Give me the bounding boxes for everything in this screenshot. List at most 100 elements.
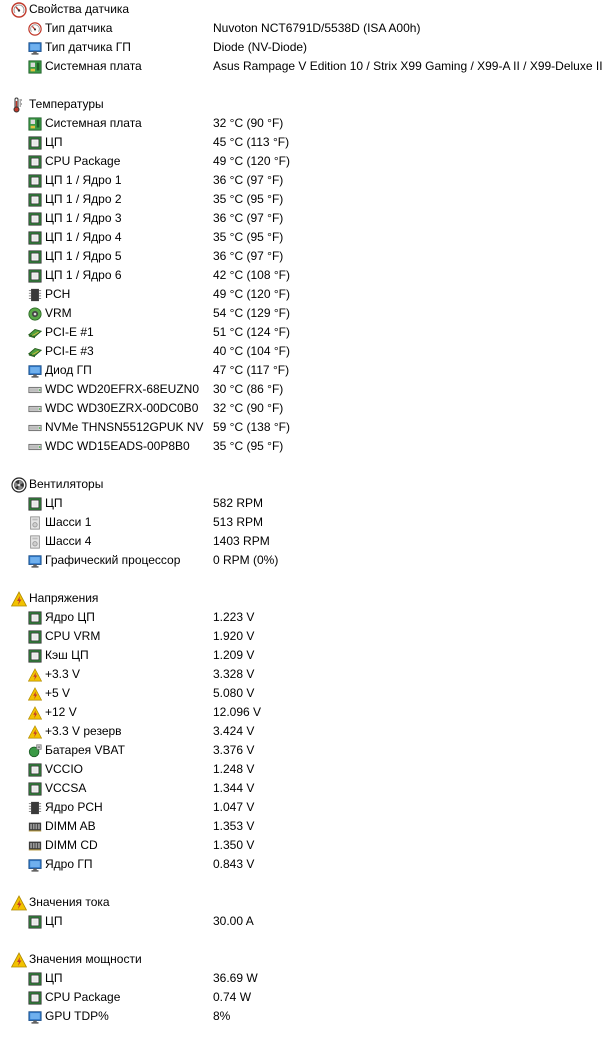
sensor-label: ЦП (45, 135, 63, 149)
section-title: Свойства датчика (29, 2, 130, 16)
sensor-label: ЦП 1 / Ядро 6 (45, 268, 122, 282)
sensor-value: 12.096 V (213, 705, 262, 719)
cpu-chip-icon (28, 991, 42, 1005)
sensor-row[interactable]: VCCSA 1.344 V (0, 779, 611, 798)
sensor-label: VCCIO (45, 762, 84, 776)
sensor-row[interactable]: ЦП 1 / Ядро 6 42 °C (108 °F) (0, 266, 611, 285)
sensor-label: +3.3 V резерв (45, 724, 122, 738)
sensor-row[interactable]: +3.3 V 3.328 V (0, 665, 611, 684)
sensor-list[interactable]: Свойства датчика Тип датчика Nuvoton NCT67… (0, 0, 611, 1026)
battery-icon (28, 744, 42, 758)
sensor-row[interactable]: Графический процессор 0 RPM (0%) (0, 551, 611, 570)
sensor-row[interactable]: Ядро PCH 1.047 V (0, 798, 611, 817)
sensor-label: Шасси 1 (45, 515, 92, 529)
sensor-row[interactable]: CPU Package 49 °C (120 °F) (0, 152, 611, 171)
sensor-row[interactable]: DIMM AB 1.353 V (0, 817, 611, 836)
sensor-gauge-icon (11, 2, 27, 18)
section-header[interactable]: Значения тока (0, 893, 611, 912)
sensor-row[interactable]: ЦП 45 °C (113 °F) (0, 133, 611, 152)
sensor-value: 42 °C (108 °F) (213, 268, 290, 282)
chassis-icon (28, 535, 42, 549)
sensor-row[interactable]: +3.3 V резерв 3.424 V (0, 722, 611, 741)
sensor-value: 47 °C (117 °F) (213, 363, 290, 377)
sensor-label: CPU Package (45, 990, 121, 1004)
sensor-label: Ядро ЦП (45, 610, 95, 624)
sensor-row[interactable]: CPU Package 0.74 W (0, 988, 611, 1007)
section-title: Значения тока (29, 895, 110, 909)
sensor-row[interactable]: WDC WD30EZRX-00DC0B0 32 °C (90 °F) (0, 399, 611, 418)
section-header[interactable]: Вентиляторы (0, 475, 611, 494)
sensor-label: ЦП 1 / Ядро 1 (45, 173, 122, 187)
cpu-chip-icon (28, 972, 42, 986)
pcie-card-icon (28, 345, 42, 359)
sensor-row[interactable]: +5 V 5.080 V (0, 684, 611, 703)
cpu-chip-icon (28, 782, 42, 796)
sensor-row[interactable]: Шасси 4 1403 RPM (0, 532, 611, 551)
cpu-chip-icon (28, 155, 42, 169)
sensor-row[interactable]: Диод ГП 47 °C (117 °F) (0, 361, 611, 380)
sensor-row[interactable]: VCCIO 1.248 V (0, 760, 611, 779)
sensor-row[interactable]: PCH 49 °C (120 °F) (0, 285, 611, 304)
sensor-row[interactable]: +12 V 12.096 V (0, 703, 611, 722)
sensor-row[interactable]: ЦП 30.00 A (0, 912, 611, 931)
sensor-row[interactable]: CPU VRM 1.920 V (0, 627, 611, 646)
sensor-label: WDC WD20EFRX-68EUZN0 (45, 382, 200, 396)
sensor-row[interactable]: NVMe THNSN5512GPUK NV 59 °C (138 °F) (0, 418, 611, 437)
sensor-label: WDC WD15EADS-00P8B0 (45, 439, 190, 453)
cpu-chip-icon (28, 231, 42, 245)
warning-bolt-icon (11, 952, 27, 968)
sensor-value: 49 °C (120 °F) (213, 287, 290, 301)
sensor-label: +12 V (45, 705, 77, 719)
sensor-gauge-icon (28, 22, 42, 36)
sensor-label: ЦП 1 / Ядро 4 (45, 230, 122, 244)
section-header[interactable]: Напряжения (0, 589, 611, 608)
sensor-value: 59 °C (138 °F) (213, 420, 290, 434)
sensor-value: 36.69 W (213, 971, 258, 985)
sensor-row[interactable]: ЦП 1 / Ядро 2 35 °C (95 °F) (0, 190, 611, 209)
chip-dark-icon (28, 288, 42, 302)
sensor-label: Батарея VBAT (45, 743, 125, 757)
section-header[interactable]: Температуры (0, 95, 611, 114)
section-header[interactable]: Значения мощности (0, 950, 611, 969)
sensor-row[interactable]: ЦП 582 RPM (0, 494, 611, 513)
sensor-row[interactable]: Тип датчика Nuvoton NCT6791D/5538D (ISA A… (0, 19, 611, 38)
sensor-row[interactable]: Кэш ЦП 1.209 V (0, 646, 611, 665)
section-header[interactable]: Свойства датчика (0, 0, 611, 19)
sensor-row[interactable]: GPU TDP% 8% (0, 1007, 611, 1026)
cpu-chip-icon (28, 497, 42, 511)
sensor-row[interactable]: ЦП 36.69 W (0, 969, 611, 988)
warning-bolt-icon (28, 668, 42, 682)
sensor-row[interactable]: Батарея VBAT 3.376 V (0, 741, 611, 760)
cpu-chip-icon (28, 611, 42, 625)
sensor-value: 45 °C (113 °F) (213, 135, 290, 149)
sensor-row[interactable]: ЦП 1 / Ядро 5 36 °C (97 °F) (0, 247, 611, 266)
sensor-row[interactable]: Тип датчика ГП Diode (NV-Diode) (0, 38, 611, 57)
sensor-label: ЦП 1 / Ядро 5 (45, 249, 122, 263)
sensor-row[interactable]: Ядро ГП 0.843 V (0, 855, 611, 874)
sensor-row[interactable]: ЦП 1 / Ядро 1 36 °C (97 °F) (0, 171, 611, 190)
sensor-row[interactable]: Системная плата Asus Rampage V Edition 10… (0, 57, 611, 76)
cpu-chip-icon (28, 174, 42, 188)
sensor-row[interactable]: Системная плата 32 °C (90 °F) (0, 114, 611, 133)
cpu-chip-icon (28, 915, 42, 929)
sensor-row[interactable]: PCI-E #1 51 °C (124 °F) (0, 323, 611, 342)
sensor-row[interactable]: ЦП 1 / Ядро 3 36 °C (97 °F) (0, 209, 611, 228)
sensor-row[interactable]: DIMM CD 1.350 V (0, 836, 611, 855)
sensor-row[interactable]: VRM 54 °C (129 °F) (0, 304, 611, 323)
sensor-row[interactable]: ЦП 1 / Ядро 4 35 °C (95 °F) (0, 228, 611, 247)
sensor-value: 1.248 V (213, 762, 255, 776)
sensor-label: Графический процессор (45, 553, 181, 567)
sensor-value: 0 RPM (0%) (213, 553, 279, 567)
sensor-row[interactable]: WDC WD20EFRX-68EUZN0 30 °C (86 °F) (0, 380, 611, 399)
sensor-row[interactable]: WDC WD15EADS-00P8B0 35 °C (95 °F) (0, 437, 611, 456)
motherboard-icon (28, 60, 42, 74)
sensor-row[interactable]: PCI-E #3 40 °C (104 °F) (0, 342, 611, 361)
sensor-value: 0.74 W (213, 990, 252, 1004)
sensor-value: 51 °C (124 °F) (213, 325, 290, 339)
sensor-label: +5 V (45, 686, 71, 700)
sensor-row[interactable]: Ядро ЦП 1.223 V (0, 608, 611, 627)
sensor-row[interactable]: Шасси 1 513 RPM (0, 513, 611, 532)
